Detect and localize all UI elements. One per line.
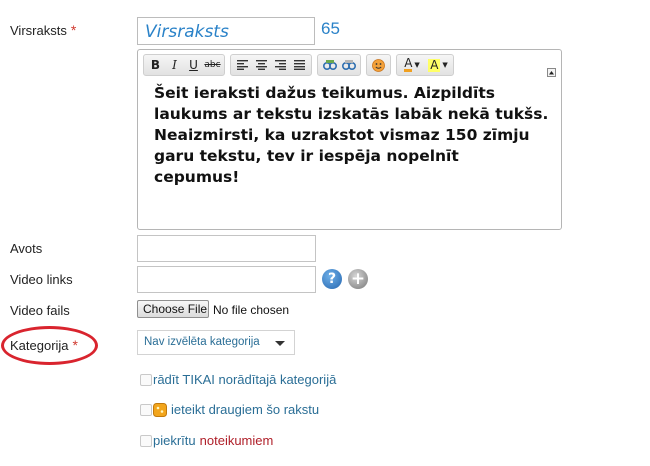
add-icon[interactable]: + xyxy=(348,269,368,289)
cookie-icon xyxy=(153,402,167,417)
add-symbol: + xyxy=(350,269,366,289)
category-select[interactable]: Nav izvēlēta kategorija xyxy=(137,330,295,355)
italic-button[interactable]: I xyxy=(165,56,184,74)
no-file-text: No file chosen xyxy=(213,303,290,317)
font-color-button[interactable]: A ▼ xyxy=(399,56,425,74)
only-category-option: rādīt TIKAI norādītajā kategorijā xyxy=(140,372,336,387)
emoticon-group xyxy=(366,54,391,76)
category-selected-value: Nav izvēlēta kategorija xyxy=(144,336,260,348)
chevron-down-icon: ▼ xyxy=(414,61,420,69)
insert-link-button[interactable] xyxy=(320,56,339,74)
agree-option: piekrītu noteikumiem xyxy=(140,433,273,448)
align-right-icon xyxy=(275,60,286,70)
align-left-button[interactable] xyxy=(233,56,252,74)
only-category-text: rādīt TIKAI norādītajā kategorijā xyxy=(153,372,337,387)
title-input[interactable]: Virsraksts xyxy=(137,17,315,45)
video-file-label: Video fails xyxy=(10,303,70,318)
recommend-text: ieteikt draugiem šo rakstu xyxy=(171,402,320,417)
annotation-circle xyxy=(1,326,98,365)
bold-button[interactable]: B xyxy=(146,56,165,74)
help-symbol: ? xyxy=(327,271,337,287)
recommend-option: ieteikt draugiem šo rakstu xyxy=(140,402,319,417)
title-char-count: 65 xyxy=(321,19,340,38)
only-category-checkbox[interactable] xyxy=(140,373,152,386)
video-link-input[interactable] xyxy=(137,266,316,293)
highlight-glyph: A xyxy=(428,57,441,72)
editor-content[interactable]: Šeit ieraksti dažus teikumus. Aizpildīts… xyxy=(154,83,549,188)
editor-toolbar: B I U abc A ▼ A ▼ xyxy=(143,54,459,76)
required-marker: * xyxy=(70,22,77,38)
video-link-label: Video links xyxy=(10,272,73,287)
align-center-button[interactable] xyxy=(252,56,271,74)
align-center-icon xyxy=(256,60,267,70)
smiley-icon xyxy=(372,58,385,72)
source-label: Avots xyxy=(10,241,43,256)
emoticon-button[interactable] xyxy=(369,56,388,74)
unlink-icon xyxy=(341,60,356,70)
strikethrough-button[interactable]: abc xyxy=(203,56,222,74)
font-color-glyph: A xyxy=(404,56,413,72)
caret-up-icon xyxy=(549,71,554,75)
help-icon[interactable]: ? xyxy=(322,269,342,289)
editor-collapse-button[interactable] xyxy=(547,68,556,77)
link-icon xyxy=(322,60,337,70)
remove-link-button[interactable] xyxy=(339,56,358,74)
underline-button[interactable]: U xyxy=(184,56,203,74)
title-label-text: Virsraksts xyxy=(10,23,67,38)
rich-text-editor[interactable]: B I U abc A ▼ A ▼ Šeit ieraksti dažus te… xyxy=(137,49,562,230)
align-left-icon xyxy=(237,60,248,70)
terms-link[interactable]: noteikumiem xyxy=(200,433,274,448)
chevron-down-icon: ▼ xyxy=(442,61,448,69)
align-justify-button[interactable] xyxy=(290,56,309,74)
agree-checkbox[interactable] xyxy=(140,434,152,447)
alignment-group xyxy=(230,54,312,76)
source-input[interactable] xyxy=(137,235,316,262)
choose-file-button[interactable]: Choose File xyxy=(137,300,209,318)
link-group xyxy=(317,54,361,76)
chevron-down-icon xyxy=(275,341,285,346)
recommend-checkbox[interactable] xyxy=(140,403,152,416)
align-justify-icon xyxy=(294,60,305,70)
highlight-color-button[interactable]: A ▼ xyxy=(425,56,451,74)
color-group: A ▼ A ▼ xyxy=(396,54,454,76)
title-label: Virsraksts * xyxy=(10,22,76,38)
agree-text: piekrītu xyxy=(153,433,196,448)
align-right-button[interactable] xyxy=(271,56,290,74)
text-style-group: B I U abc xyxy=(143,54,225,76)
